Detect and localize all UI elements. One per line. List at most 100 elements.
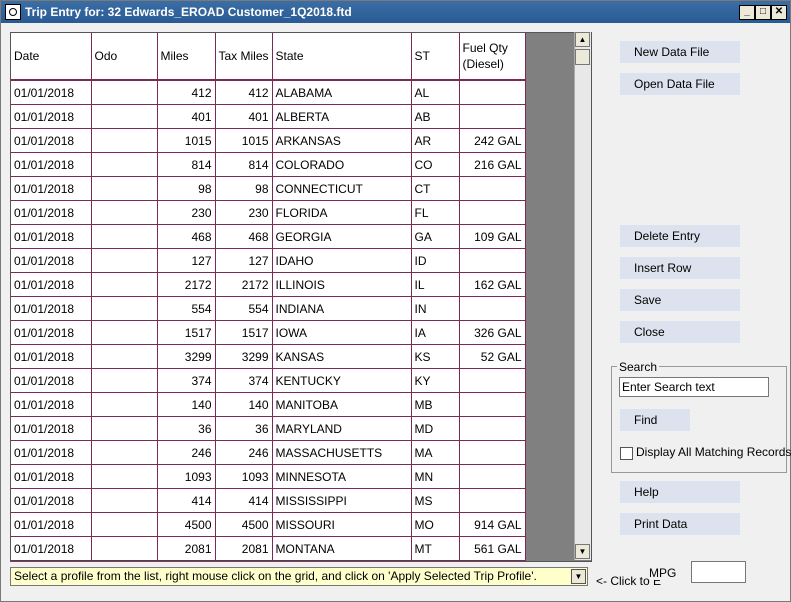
- table-row[interactable]: 01/01/2018 2081 2081 MONTANA MT 561 GAL: [11, 536, 526, 561]
- cell-state[interactable]: ARKANSAS: [272, 128, 412, 153]
- cell-odo[interactable]: [91, 440, 158, 465]
- cell-tax-miles[interactable]: 140: [215, 392, 273, 417]
- cell-st[interactable]: GA: [411, 224, 460, 249]
- cell-date[interactable]: 01/01/2018: [11, 464, 92, 489]
- cell-miles[interactable]: 401: [157, 104, 216, 129]
- cell-fuel[interactable]: [459, 176, 526, 201]
- title-bar[interactable]: Trip Entry for: 32 Edwards_EROAD Custome…: [1, 1, 790, 23]
- cell-date[interactable]: 01/01/2018: [11, 344, 92, 369]
- cell-state[interactable]: IDAHO: [272, 248, 412, 273]
- table-row[interactable]: 01/01/2018 2172 2172 ILLINOIS IL 162 GAL: [11, 272, 526, 297]
- cell-tax-miles[interactable]: 1093: [215, 464, 273, 489]
- cell-tax-miles[interactable]: 36: [215, 416, 273, 441]
- cell-fuel[interactable]: [459, 200, 526, 225]
- cell-odo[interactable]: [91, 152, 158, 177]
- close-window-button[interactable]: ✕: [771, 5, 787, 20]
- cell-date[interactable]: 01/01/2018: [11, 536, 92, 561]
- table-row[interactable]: 01/01/2018 1093 1093 MINNESOTA MN: [11, 464, 526, 489]
- cell-miles[interactable]: 127: [157, 248, 216, 273]
- cell-date[interactable]: 01/01/2018: [11, 176, 92, 201]
- cell-odo[interactable]: [91, 344, 158, 369]
- cell-st[interactable]: KS: [411, 344, 460, 369]
- cell-miles[interactable]: 412: [157, 80, 216, 105]
- cell-state[interactable]: MINNESOTA: [272, 464, 412, 489]
- col-header-state[interactable]: State: [272, 33, 412, 81]
- cell-st[interactable]: IL: [411, 272, 460, 297]
- close-button[interactable]: Close: [620, 321, 740, 343]
- table-row[interactable]: 01/01/2018 127 127 IDAHO ID: [11, 248, 526, 273]
- cell-st[interactable]: MS: [411, 488, 460, 513]
- cell-miles[interactable]: 1093: [157, 464, 216, 489]
- cell-tax-miles[interactable]: 127: [215, 248, 273, 273]
- table-row[interactable]: 01/01/2018 98 98 CONNECTICUT CT: [11, 176, 526, 201]
- cell-odo[interactable]: [91, 128, 158, 153]
- cell-odo[interactable]: [91, 488, 158, 513]
- cell-date[interactable]: 01/01/2018: [11, 248, 92, 273]
- trip-grid[interactable]: Date Odo Miles Tax Miles State ST Fuel Q…: [10, 32, 592, 562]
- table-row[interactable]: 01/01/2018 414 414 MISSISSIPPI MS: [11, 488, 526, 513]
- cell-tax-miles[interactable]: 246: [215, 440, 273, 465]
- col-header-tax-miles[interactable]: Tax Miles: [215, 33, 273, 81]
- cell-state[interactable]: GEORGIA: [272, 224, 412, 249]
- cell-fuel[interactable]: [459, 104, 526, 129]
- cell-tax-miles[interactable]: 1517: [215, 320, 273, 345]
- insert-row-button[interactable]: Insert Row: [620, 257, 740, 279]
- cell-miles[interactable]: 246: [157, 440, 216, 465]
- cell-st[interactable]: AR: [411, 128, 460, 153]
- cell-tax-miles[interactable]: 814: [215, 152, 273, 177]
- cell-fuel[interactable]: 162 GAL: [459, 272, 526, 297]
- scroll-up-icon[interactable]: ▲: [575, 32, 590, 47]
- cell-miles[interactable]: 468: [157, 224, 216, 249]
- cell-odo[interactable]: [91, 272, 158, 297]
- cell-fuel[interactable]: [459, 440, 526, 465]
- cell-odo[interactable]: [91, 248, 158, 273]
- cell-tax-miles[interactable]: 3299: [215, 344, 273, 369]
- cell-miles[interactable]: 3299: [157, 344, 216, 369]
- cell-date[interactable]: 01/01/2018: [11, 392, 92, 417]
- cell-miles[interactable]: 4500: [157, 512, 216, 537]
- cell-miles[interactable]: 1015: [157, 128, 216, 153]
- cell-date[interactable]: 01/01/2018: [11, 512, 92, 537]
- cell-fuel[interactable]: [459, 416, 526, 441]
- cell-odo[interactable]: [91, 392, 158, 417]
- col-header-fuel-qty[interactable]: Fuel Qty (Diesel): [459, 33, 526, 81]
- cell-st[interactable]: CT: [411, 176, 460, 201]
- maximize-button[interactable]: □: [755, 5, 771, 20]
- cell-miles[interactable]: 98: [157, 176, 216, 201]
- cell-odo[interactable]: [91, 80, 158, 105]
- cell-fuel[interactable]: 216 GAL: [459, 152, 526, 177]
- cell-state[interactable]: MASSACHUSETTS: [272, 440, 412, 465]
- cell-odo[interactable]: [91, 368, 158, 393]
- cell-state[interactable]: FLORIDA: [272, 200, 412, 225]
- cell-date[interactable]: 01/01/2018: [11, 152, 92, 177]
- cell-state[interactable]: MONTANA: [272, 536, 412, 561]
- cell-date[interactable]: 01/01/2018: [11, 104, 92, 129]
- table-row[interactable]: 01/01/2018 401 401 ALBERTA AB: [11, 104, 526, 129]
- cell-state[interactable]: ALABAMA: [272, 80, 412, 105]
- cell-st[interactable]: MB: [411, 392, 460, 417]
- cell-st[interactable]: MO: [411, 512, 460, 537]
- cell-state[interactable]: MARYLAND: [272, 416, 412, 441]
- cell-state[interactable]: MANITOBA: [272, 392, 412, 417]
- cell-tax-miles[interactable]: 554: [215, 296, 273, 321]
- cell-tax-miles[interactable]: 230: [215, 200, 273, 225]
- cell-date[interactable]: 01/01/2018: [11, 440, 92, 465]
- cell-date[interactable]: 01/01/2018: [11, 224, 92, 249]
- cell-fuel[interactable]: [459, 296, 526, 321]
- cell-state[interactable]: KENTUCKY: [272, 368, 412, 393]
- cell-tax-miles[interactable]: 412: [215, 80, 273, 105]
- cell-miles[interactable]: 2081: [157, 536, 216, 561]
- cell-state[interactable]: MISSOURI: [272, 512, 412, 537]
- cell-tax-miles[interactable]: 401: [215, 104, 273, 129]
- mpg-input[interactable]: [691, 561, 746, 583]
- table-row[interactable]: 01/01/2018 1015 1015 ARKANSAS AR 242 GAL: [11, 128, 526, 153]
- cell-miles[interactable]: 230: [157, 200, 216, 225]
- cell-miles[interactable]: 1517: [157, 320, 216, 345]
- cell-odo[interactable]: [91, 536, 158, 561]
- cell-odo[interactable]: [91, 224, 158, 249]
- cell-st[interactable]: MT: [411, 536, 460, 561]
- cell-st[interactable]: CO: [411, 152, 460, 177]
- cell-state[interactable]: KANSAS: [272, 344, 412, 369]
- cell-state[interactable]: IOWA: [272, 320, 412, 345]
- cell-st[interactable]: AL: [411, 80, 460, 105]
